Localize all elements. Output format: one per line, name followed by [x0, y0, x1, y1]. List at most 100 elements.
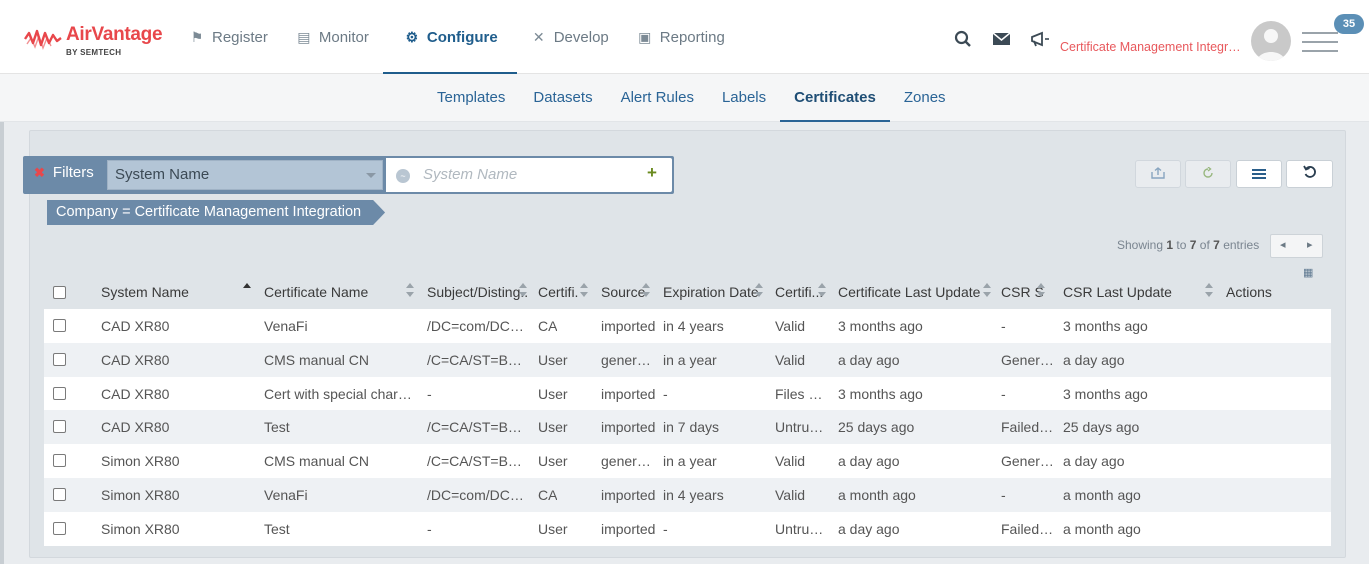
table-cell: CMS manual CN	[264, 351, 370, 368]
chevron-down-icon	[366, 173, 376, 178]
sort-icon[interactable]	[518, 282, 528, 302]
table-cell: Valid	[775, 486, 806, 503]
sort-icon[interactable]	[579, 282, 589, 302]
table-cell: a day ago	[1063, 453, 1125, 470]
sort-icon[interactable]	[982, 282, 992, 302]
hamburger-menu-icon[interactable]	[1302, 32, 1338, 59]
nav-configure[interactable]: ⚙ Configure	[382, 0, 517, 74]
column-header[interactable]: Certifi...	[775, 284, 823, 300]
tab-alert-rules[interactable]: Alert Rules	[607, 74, 708, 121]
nav-register[interactable]: ⚑ Register	[175, 0, 282, 74]
column-header[interactable]: Certificate Name	[264, 284, 368, 300]
list-view-button[interactable]	[1236, 160, 1282, 188]
table-cell: -	[427, 385, 432, 402]
avatar[interactable]	[1251, 21, 1291, 61]
table-cell: CAD XR80	[101, 419, 170, 436]
tab-templates[interactable]: Templates	[423, 74, 519, 121]
table-cell: Simon XR80	[101, 486, 180, 503]
table-cell: in 7 days	[663, 419, 720, 436]
nav-monitor[interactable]: ▤ Monitor	[282, 0, 383, 74]
column-header[interactable]: Certificate Last Update	[838, 284, 980, 300]
row-checkbox[interactable]	[53, 319, 66, 332]
operator-icon[interactable]: ~	[396, 169, 410, 183]
table-row[interactable]: CAD XR80 Cert with special characte... - Us…	[44, 376, 1331, 411]
nav-reporting[interactable]: ▣ Reporting	[623, 0, 739, 74]
page-left-edge	[0, 122, 4, 564]
table-cell: -	[427, 520, 432, 537]
select-all-checkbox[interactable]	[53, 286, 66, 299]
mail-icon[interactable]	[992, 32, 1011, 51]
table-cell: -	[1001, 318, 1006, 334]
tab-zones[interactable]: Zones	[890, 74, 960, 121]
sort-icon[interactable]	[1204, 282, 1214, 302]
tab-labels[interactable]: Labels	[708, 74, 780, 121]
sort-icon[interactable]	[817, 282, 827, 302]
table-cell: Genera...	[1001, 453, 1057, 470]
tab-datasets[interactable]: Datasets	[519, 74, 606, 121]
sort-icon[interactable]	[1036, 282, 1046, 302]
table-row[interactable]: CAD XR80 CMS manual CN/C=CA/ST=BC/L... Use…	[44, 342, 1331, 377]
sort-icon[interactable]	[405, 282, 415, 302]
table-row[interactable]: Simon XR80 CMS manual CN/C=CA/ST=BC/L... U…	[44, 444, 1331, 478]
add-filter-icon[interactable]: +	[647, 163, 657, 183]
table-cell: User	[538, 520, 568, 537]
table-row[interactable]: Simon XR80 Test - User imported - Untrust... a …	[44, 511, 1331, 546]
column-header[interactable]: Source	[601, 284, 645, 300]
table-cell: generat...	[601, 453, 656, 470]
filter-field-select[interactable]: System Name	[107, 160, 383, 190]
column-header[interactable]: System Name	[101, 284, 189, 300]
undo-button[interactable]	[1286, 160, 1333, 188]
active-filter-chip[interactable]: Company = Certificate Management Integra…	[47, 200, 385, 225]
table-row[interactable]: CAD XR80 VenaFi/DC=com/DC=ve... CA imported…	[44, 309, 1331, 343]
next-page-icon[interactable]: ▸	[1307, 238, 1313, 251]
table-row[interactable]: Simon XR80 VenaFi/DC=com/DC=ve... CA import…	[44, 477, 1331, 512]
search-icon[interactable]	[954, 30, 972, 53]
nav-label: Develop	[553, 28, 609, 46]
column-header[interactable]: Actions	[1226, 284, 1272, 300]
notification-badge[interactable]: 35	[1334, 14, 1364, 34]
nav-develop[interactable]: ✕ Develop	[517, 0, 623, 74]
table-cell: -	[663, 385, 668, 402]
table-cell: in 4 years	[663, 318, 724, 334]
logo-subtitle: BY SEMTECH	[66, 48, 122, 57]
row-checkbox[interactable]	[53, 386, 66, 400]
gear-icon: ⚙	[405, 28, 419, 45]
table-row[interactable]: CAD XR80 Test/C=CA/ST=BC/L... User imported…	[44, 410, 1331, 445]
prev-page-icon[interactable]: ◂	[1280, 238, 1286, 251]
column-header[interactable]: Expiration Date	[663, 284, 759, 300]
row-checkbox[interactable]	[53, 521, 66, 535]
table-cell: CA	[538, 486, 558, 503]
pager: ◂ ▸	[1270, 234, 1323, 258]
main-nav: ⚑ Register ▤ Monitor ⚙ Configure ✕ Develop ▣ Repo…	[175, 0, 739, 74]
refresh-button[interactable]	[1185, 160, 1231, 188]
logo-brand: AirVantage	[66, 24, 163, 45]
filters-toggle[interactable]: ✖ Filters	[34, 164, 94, 181]
column-header[interactable]: CSR Last Update	[1063, 284, 1172, 300]
table-cell: a day ago	[1063, 351, 1125, 368]
close-icon[interactable]: ✖	[34, 165, 45, 180]
user-company[interactable]: Certificate Management Integration	[1060, 40, 1244, 54]
column-header[interactable]: Subject/Disting...	[427, 284, 527, 300]
tab-certificates[interactable]: Certificates	[780, 74, 890, 122]
row-checkbox[interactable]	[53, 487, 66, 501]
nav-label: Register	[212, 28, 268, 46]
table-cell: Untrust...	[775, 419, 830, 436]
sort-icon[interactable]	[754, 282, 764, 302]
sort-icon[interactable]	[641, 282, 651, 302]
top-navbar: AirVantage BY SEMTECH ⚑ Register ▤ Monitor ⚙…	[0, 0, 1369, 74]
table-cell: Failed t...	[1001, 419, 1057, 436]
sort-ascending-icon[interactable]	[242, 282, 252, 302]
user-silhouette-icon	[1257, 29, 1285, 61]
row-checkbox[interactable]	[53, 352, 66, 366]
undo-icon	[1302, 165, 1316, 178]
filter-value-input[interactable]: ~ System Name +	[386, 158, 672, 192]
megaphone-icon[interactable]	[1030, 31, 1050, 52]
table-cell: -	[1001, 486, 1006, 503]
export-button[interactable]	[1135, 160, 1181, 188]
table-cell: Files mi...	[775, 385, 830, 402]
table-cell: Simon XR80	[101, 520, 180, 537]
table-cell: in a year	[663, 453, 717, 470]
row-checkbox[interactable]	[53, 454, 66, 468]
column-header[interactable]: Certifi...	[538, 284, 578, 300]
row-checkbox[interactable]	[53, 420, 66, 434]
